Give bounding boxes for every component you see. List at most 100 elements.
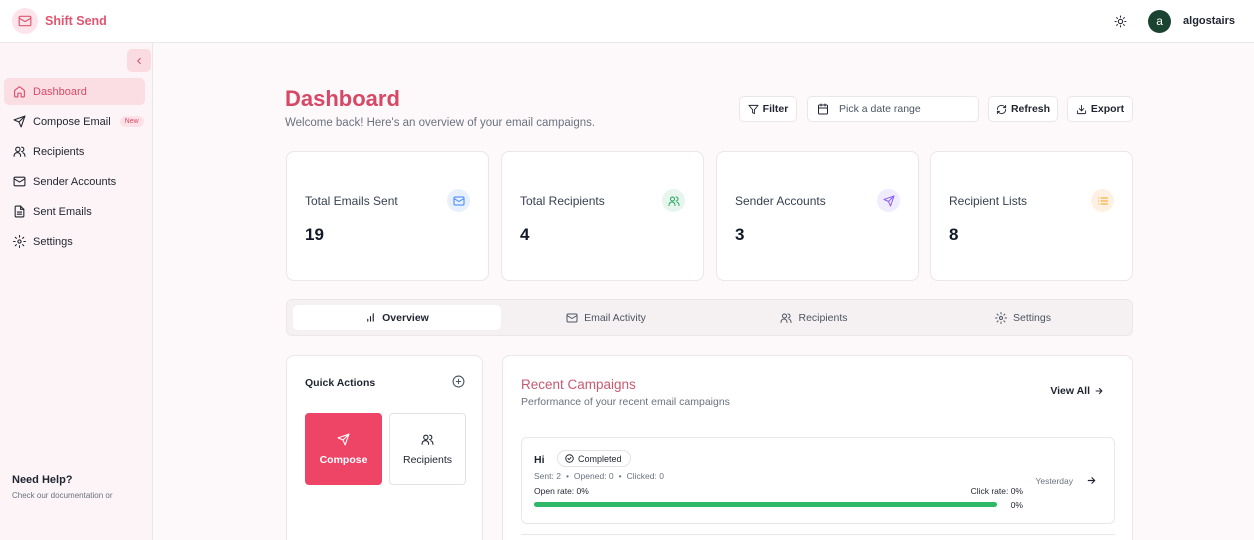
users-icon [421,433,434,446]
sidebar-collapse-button[interactable] [127,49,151,72]
mail-icon [12,8,38,34]
recent-campaigns-title: Recent Campaigns [521,377,636,392]
sun-icon [1114,15,1127,28]
campaign-row-next [521,534,1115,540]
gear-icon [995,311,1008,324]
status-label: Completed [578,453,622,464]
users-icon [12,145,26,159]
stat-value: 3 [735,225,745,244]
tab-label: Overview [382,311,429,324]
send-icon [12,115,26,129]
help-text[interactable]: Check our documentation or [12,491,113,500]
sent-count: Sent: 2 [534,471,561,481]
stat-card-total-recipients: Total Recipients 4 [501,151,704,281]
compose-label: Compose [319,453,368,466]
page-subtitle: Welcome back! Here's an overview of your… [285,117,596,129]
stat-label: Sender Accounts [735,194,826,208]
sidebar-item-sender-accounts[interactable]: Sender Accounts [4,168,145,195]
campaign-stats: Sent: 2 • Opened: 0 • Clicked: 0 [534,471,664,481]
stat-value: 8 [949,225,959,244]
campaign-name: Hi [534,454,545,466]
tab-label: Recipients [798,311,848,324]
sidebar-nav: Dashboard Compose Email New Recipients S… [4,78,145,258]
recent-campaigns-card: Recent Campaigns Performance of your rec… [502,355,1133,540]
status-badge: Completed [557,450,631,467]
brand[interactable]: Shift Send [12,8,107,34]
arrow-right-icon [1094,386,1104,396]
export-label: Export [1090,103,1125,115]
arrow-right-icon[interactable] [1086,475,1097,486]
gear-icon [12,235,26,249]
download-icon [1076,104,1087,115]
sidebar-item-label: Recipients [33,145,85,158]
sidebar-item-label: Sender Accounts [33,175,117,188]
recipients-label: Recipients [402,453,453,466]
campaign-row[interactable]: Hi Completed Sent: 2 • Opened: 0 • Clicked: … [521,437,1115,524]
date-range-placeholder: Pick a date range [839,103,921,115]
campaign-progress-fill [534,502,997,507]
sidebar-item-label: Sent Emails [33,205,92,218]
send-icon [337,433,350,446]
sidebar-item-label: Dashboard [33,85,87,98]
tab-label: Settings [1013,311,1051,324]
new-badge: New [119,116,144,127]
sidebar-item-recipients[interactable]: Recipients [4,138,145,165]
date-range-picker[interactable]: Pick a date range [807,96,979,122]
refresh-button[interactable]: Refresh [988,96,1058,122]
stat-card-sender-accounts: Sender Accounts 3 [716,151,919,281]
sidebar-item-settings[interactable]: Settings [4,228,145,255]
campaign-progress-bar [534,502,997,507]
tab-email-activity[interactable]: Email Activity [502,305,710,330]
opened-count: Opened: 0 [573,471,614,481]
compose-button[interactable]: Compose [305,413,382,485]
check-circle-icon [565,454,574,463]
sidebar-item-dashboard[interactable]: Dashboard [4,78,145,105]
recipients-button[interactable]: Recipients [389,413,466,485]
username[interactable]: algostairs [1183,15,1235,27]
stat-card-recipient-lists: Recipient Lists 8 [930,151,1133,281]
quick-actions-title: Quick Actions [305,377,376,389]
stat-label: Total Recipients [520,194,605,208]
users-icon [662,189,685,212]
stat-value: 19 [305,225,324,244]
sidebar: Dashboard Compose Email New Recipients S… [0,43,153,540]
stat-label: Total Emails Sent [305,194,398,208]
refresh-label: Refresh [1010,103,1051,115]
app-name: Shift Send [45,14,107,28]
stat-label: Recipient Lists [949,194,1028,208]
stat-card-total-emails: Total Emails Sent 19 [286,151,489,281]
sidebar-item-sent-emails[interactable]: Sent Emails [4,198,145,225]
tab-recipients[interactable]: Recipients [710,305,918,330]
help-title: Need Help? [12,474,73,486]
stat-value: 4 [520,225,530,244]
tab-settings[interactable]: Settings [919,305,1127,330]
mail-icon [447,189,470,212]
view-all-link[interactable]: View All [1050,385,1104,397]
recent-campaigns-subtitle: Performance of your recent email campaig… [521,396,730,408]
click-rate: Click rate: 0% [970,486,1023,496]
top-bar: Shift Send a algostairs [0,0,1254,43]
refresh-icon [996,104,1007,115]
bar-chart-icon [365,312,376,323]
home-icon [12,85,26,99]
avatar-initial: a [1156,14,1163,28]
page-title: Dashboard [285,86,400,111]
campaign-date: Yesterday [1035,476,1074,486]
filter-button[interactable]: Filter [739,96,797,122]
sidebar-item-compose-email[interactable]: Compose Email New [4,108,145,135]
plus-circle-icon[interactable] [452,375,465,388]
tab-overview[interactable]: Overview [293,305,501,330]
theme-toggle-button[interactable] [1109,10,1131,32]
sidebar-item-label: Compose Email [33,115,111,128]
sidebar-item-label: Settings [33,235,73,248]
quick-actions-card: Quick Actions Compose Recipients [286,355,483,540]
filter-label: Filter [762,103,789,115]
mail-icon [12,175,26,189]
clicked-count: Clicked: 0 [626,471,664,481]
file-text-icon [12,205,26,219]
export-button[interactable]: Export [1067,96,1133,122]
progress-percent: 0% [1010,500,1023,510]
dashboard-tabs: Overview Email Activity Recipients Setti… [286,299,1133,336]
avatar[interactable]: a [1148,9,1172,33]
mail-icon [566,312,578,324]
